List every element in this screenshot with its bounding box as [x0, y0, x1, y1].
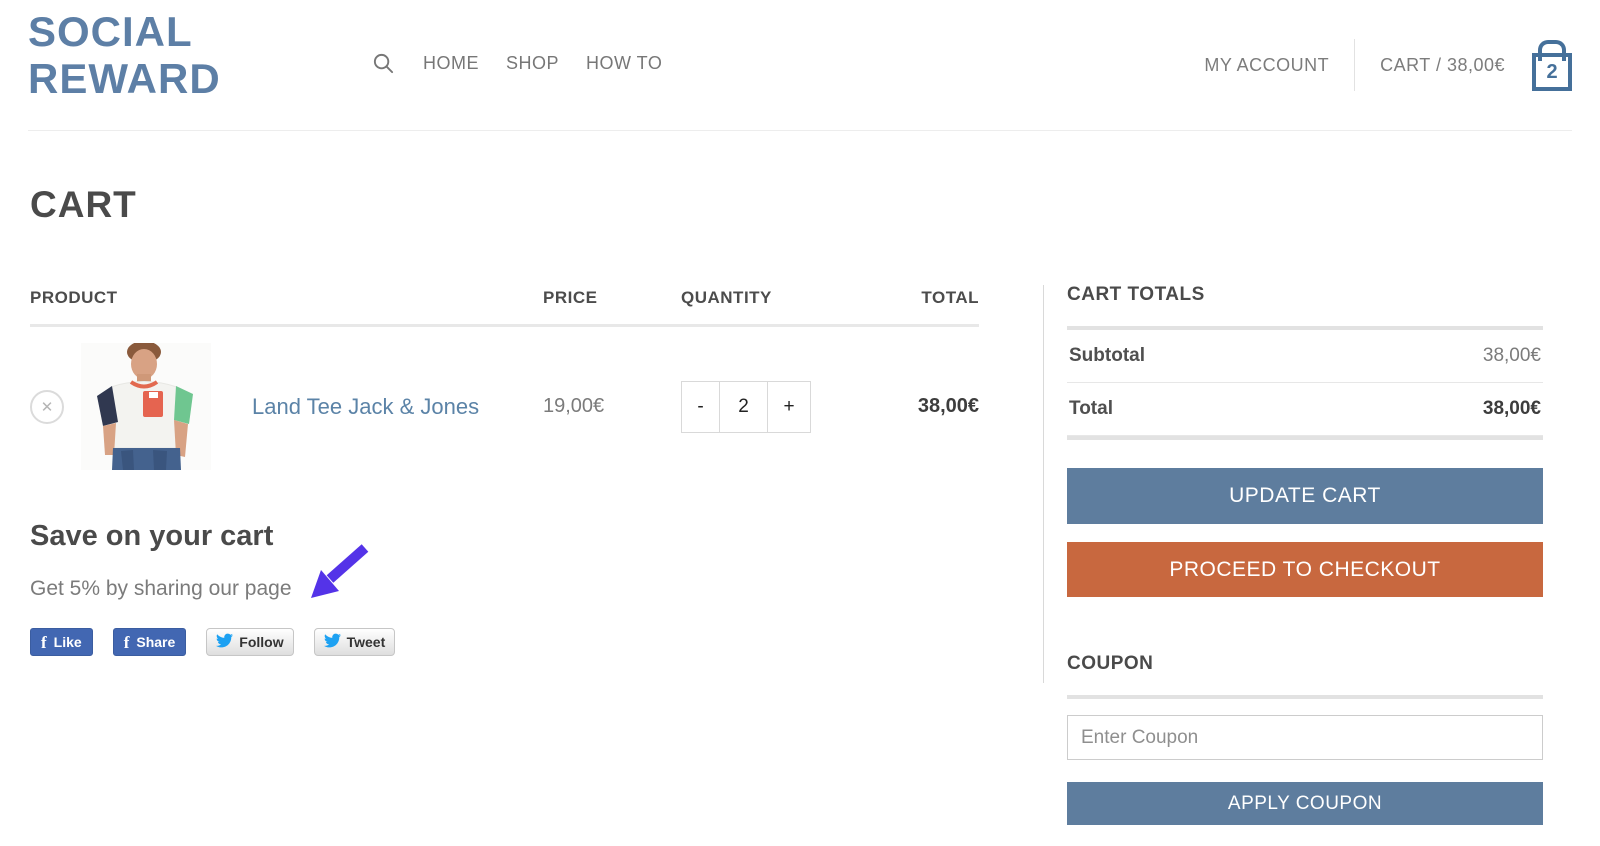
twitter-follow-button[interactable]: Follow: [206, 628, 293, 656]
table-row: ✕: [30, 327, 979, 470]
cart-summary-link[interactable]: CART / 38,00€: [1380, 55, 1505, 76]
product-price: 19,00€: [543, 395, 681, 418]
facebook-like-button[interactable]: f Like: [30, 628, 93, 656]
subtotal-value: 38,00€: [1483, 345, 1541, 367]
search-icon[interactable]: [372, 50, 396, 76]
product-image[interactable]: [81, 343, 211, 470]
cart-table-header: PRODUCT PRICE QUANTITY TOTAL: [30, 288, 979, 327]
header-divider: [1354, 39, 1355, 91]
header-border: [28, 130, 1572, 131]
nav-item-home[interactable]: HOME: [423, 53, 479, 74]
quantity-stepper: - 2 +: [681, 381, 811, 433]
col-header-quantity: QUANTITY: [681, 288, 896, 308]
logo-line-2: REWARD: [28, 55, 221, 102]
main-nav: HOME SHOP HOW TO: [372, 50, 662, 76]
follow-button-label: Follow: [239, 634, 283, 650]
nav-item-how-to[interactable]: HOW TO: [586, 53, 662, 74]
share-button-label: Share: [136, 634, 175, 650]
quantity-cell: - 2 +: [681, 381, 896, 433]
twitter-icon: [216, 632, 233, 652]
update-cart-button[interactable]: UPDATE CART: [1067, 468, 1543, 524]
cart-totals-title: CART TOTALS: [1067, 284, 1543, 306]
promo-subtitle: Get 5% by sharing our page: [30, 577, 979, 601]
divider: [1067, 695, 1543, 699]
shopping-bag-icon[interactable]: 2: [1532, 53, 1572, 91]
col-header-price: PRICE: [543, 288, 681, 308]
quantity-input[interactable]: 2: [719, 381, 768, 433]
site-header: SOCIAL REWARD HOME SHOP HOW TO MY ACCOUN…: [0, 0, 1600, 131]
quantity-decrease-button[interactable]: -: [681, 381, 720, 433]
divider: [1067, 436, 1543, 440]
cart-count-badge: 2: [1546, 61, 1557, 84]
col-header-product: PRODUCT: [30, 288, 543, 308]
promo-title: Save on your cart: [30, 520, 979, 553]
subtotal-label: Subtotal: [1069, 345, 1145, 367]
cart-totals-sidebar: CART TOTALS Subtotal 38,00€ Total 38,00€…: [1067, 284, 1543, 825]
quantity-increase-button[interactable]: +: [767, 381, 811, 433]
cart-table: PRODUCT PRICE QUANTITY TOTAL ✕: [30, 288, 979, 656]
facebook-share-button[interactable]: f Share: [113, 628, 187, 656]
logo-line-1: SOCIAL: [28, 8, 221, 55]
product-line-total: 38,00€: [896, 395, 979, 418]
facebook-icon: f: [124, 634, 130, 651]
social-buttons-row: f Like f Share Follow Tweet: [30, 628, 979, 656]
product-name-link[interactable]: Land Tee Jack & Jones: [252, 394, 479, 420]
facebook-icon: f: [41, 634, 47, 651]
twitter-tweet-button[interactable]: Tweet: [314, 628, 396, 656]
total-label: Total: [1069, 398, 1113, 420]
like-button-label: Like: [54, 634, 82, 650]
total-value: 38,00€: [1483, 398, 1541, 420]
apply-coupon-button[interactable]: APPLY COUPON: [1067, 782, 1543, 825]
tweet-button-label: Tweet: [347, 634, 386, 650]
col-header-total: TOTAL: [896, 288, 979, 308]
site-logo[interactable]: SOCIAL REWARD: [28, 8, 221, 102]
total-row: Total 38,00€: [1067, 383, 1543, 436]
coupon-title: COUPON: [1067, 653, 1543, 675]
proceed-to-checkout-button[interactable]: PROCEED TO CHECKOUT: [1067, 542, 1543, 597]
my-account-link[interactable]: MY ACCOUNT: [1204, 55, 1329, 76]
product-cell: ✕: [30, 343, 543, 470]
content-vertical-divider: [1043, 285, 1044, 683]
coupon-input[interactable]: [1067, 715, 1543, 760]
remove-item-icon[interactable]: ✕: [30, 390, 64, 424]
nav-item-shop[interactable]: SHOP: [506, 53, 559, 74]
subtotal-row: Subtotal 38,00€: [1067, 330, 1543, 383]
page-title: CART: [30, 184, 137, 226]
twitter-icon: [324, 632, 341, 652]
header-account-cart: MY ACCOUNT CART / 38,00€ 2: [1204, 26, 1572, 104]
